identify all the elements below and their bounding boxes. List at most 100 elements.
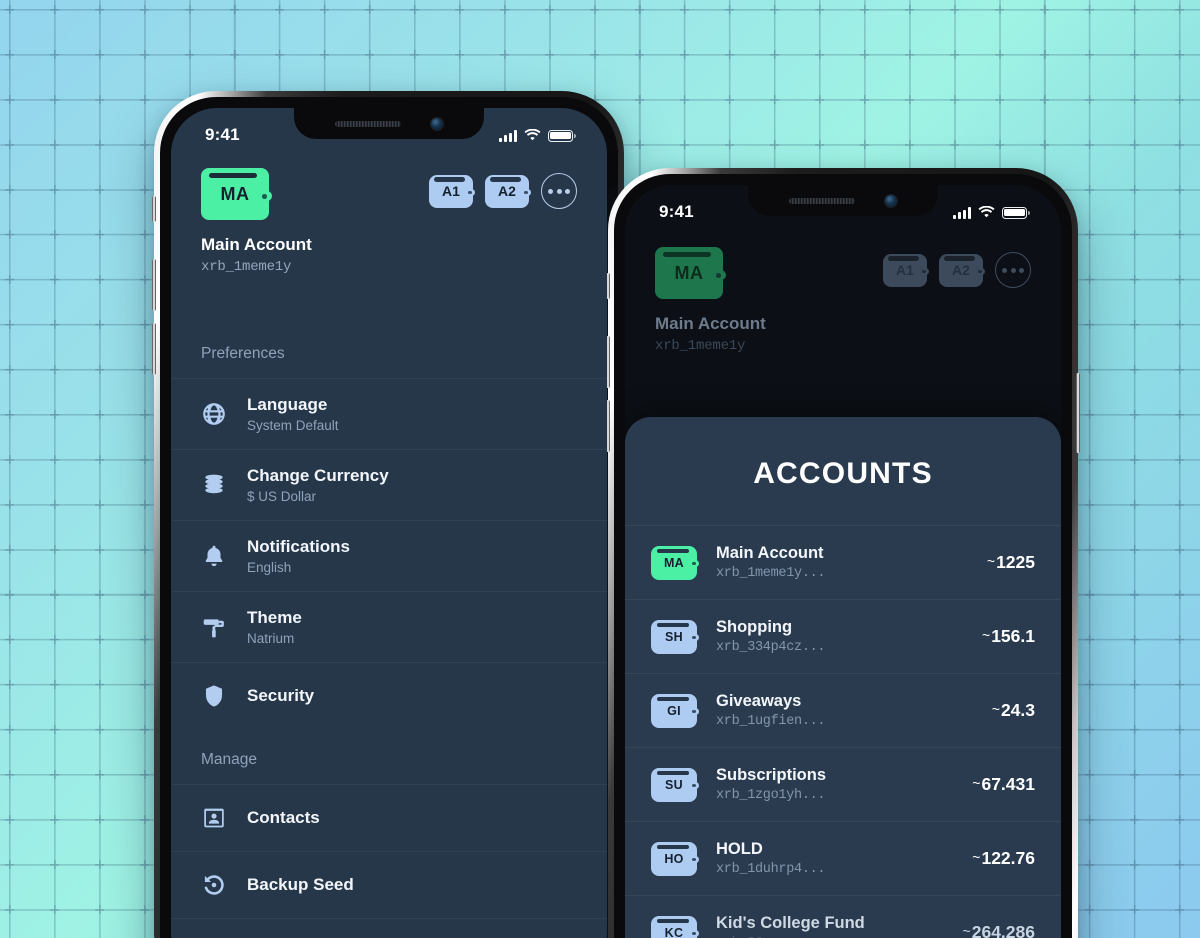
phone-left-mute-switch[interactable] [152, 196, 156, 222]
status-time: 9:41 [205, 125, 240, 144]
cellular-bars-icon [953, 206, 971, 219]
section-label-preferences: Preferences [201, 345, 285, 362]
account-name: Main Account [716, 544, 824, 562]
account-wallet-icon: MA [651, 545, 699, 580]
section-label-manage: Manage [201, 751, 258, 768]
phone-right-power-button[interactable] [1076, 373, 1080, 453]
account-name: HOLD [716, 840, 763, 858]
settings-list[interactable]: Preferences Language System Default Chan… [171, 323, 607, 938]
settings-item-text: Backup Seed [247, 875, 354, 895]
account-row-kids-college-fund[interactable]: KC Kid's College Fund xrb_36urpes... ~ 2… [625, 895, 1061, 938]
active-wallet-icon[interactable]: MA [201, 168, 272, 220]
wallet-switch-a1[interactable]: A1 [883, 253, 929, 287]
settings-item-language[interactable]: Language System Default [171, 378, 607, 449]
wallet-flap [944, 256, 976, 261]
account-text: Giveaways xrb_1ugfien... [716, 692, 973, 729]
phone-right-screen: MA A1 A2 Main Account xrb_1meme1y ACCOUN… [625, 185, 1061, 938]
wallet-clasp-icon [259, 190, 272, 202]
account-wallet-icon: KC [651, 915, 699, 938]
phone-left-volume-up-button[interactable] [152, 259, 156, 311]
account-balance: ~ 1225 [987, 552, 1035, 573]
account-address: xrb_1duhrp4... [716, 862, 826, 877]
account-name: Main Account [201, 235, 312, 254]
settings-item-title: Backup Seed [247, 875, 354, 894]
account-row-giveaways[interactable]: GI Giveaways xrb_1ugfien... ~ 24.3 [625, 673, 1061, 747]
phone-left-settings: lin hd4 ard erg 6li qee nos ab9 MA [152, 91, 626, 938]
approx-symbol: ~ [972, 849, 981, 865]
other-wallets-group: A1 A2 [429, 173, 577, 209]
account-address: xrb_1meme1y [201, 259, 292, 275]
settings-item-title: Change Currency [247, 466, 389, 485]
globe-icon [201, 401, 227, 427]
dot [556, 188, 562, 194]
account-address: xrb_1ugfien... [716, 714, 826, 729]
battery-full-icon [1002, 206, 1030, 219]
more-options-icon[interactable] [995, 252, 1031, 288]
coins-stack-icon [201, 472, 227, 498]
account-name: Kid's College Fund [716, 914, 865, 932]
right-header-row: MA A1 A2 [655, 247, 1031, 299]
other-wallets-group: A1 A2 [883, 252, 1031, 288]
balance-value: 1225 [996, 552, 1035, 572]
wallet-flap [888, 256, 920, 261]
account-row-main-account[interactable]: MA Main Account xrb_1meme1y... ~ 1225 [625, 525, 1061, 599]
approx-symbol: ~ [991, 701, 1000, 717]
dot [1010, 267, 1016, 273]
settings-item-theme[interactable]: Theme Natrium [171, 591, 607, 662]
account-balance: ~ 24.3 [992, 700, 1035, 721]
wallet-clasp-icon [690, 930, 699, 938]
wallet-flap [656, 622, 689, 627]
bell-icon [201, 543, 227, 569]
account-address: xrb_334p4cz... [716, 640, 826, 655]
wallet-flap [209, 172, 257, 179]
right-status-bar: 9:41 [625, 185, 1061, 239]
battery-full-icon [548, 129, 576, 142]
account-row-subscriptions[interactable]: SU Subscriptions xrb_1zgo1yh... ~ 67.431 [625, 747, 1061, 821]
settings-item-change-currency[interactable]: Change Currency $ US Dollar [171, 449, 607, 520]
wallet-switch-a1[interactable]: A1 [429, 174, 475, 208]
dot [548, 188, 553, 194]
account-text: Kid's College Fund xrb_36urpes... [716, 914, 944, 938]
wallet-switch-a2[interactable]: A2 [939, 253, 985, 287]
account-row-hold[interactable]: HO HOLD xrb_1duhrp4... ~ 122.76 [625, 821, 1061, 895]
approx-symbol: ~ [972, 775, 981, 791]
account-wallet-icon: HO [651, 841, 699, 876]
settings-item-title: Theme [247, 608, 302, 627]
settings-item-backup-seed[interactable]: Backup Seed [171, 851, 607, 918]
approx-symbol: ~ [962, 923, 971, 938]
wallet-clasp-icon [522, 189, 531, 196]
account-text: Shopping xrb_334p4cz... [716, 618, 963, 655]
accounts-sheet-title: ACCOUNTS [753, 457, 933, 490]
dot [565, 188, 570, 194]
account-row-shopping[interactable]: SH Shopping xrb_334p4cz... ~ 156.1 [625, 599, 1061, 673]
wifi-icon [978, 205, 995, 217]
account-wallet-icon: SH [651, 619, 699, 654]
settings-item-load-paper-wallet[interactable]: Load From Paper Wallet [171, 918, 607, 938]
account-text: HOLD xrb_1duhrp4... [716, 840, 953, 877]
wallet-switch-a2[interactable]: A2 [485, 174, 531, 208]
settings-item-security[interactable]: Security [171, 662, 607, 729]
wallet-clasp-icon [690, 560, 699, 568]
shield-icon [201, 683, 227, 709]
wallet-clasp-icon [690, 856, 699, 864]
settings-item-title: Security [247, 686, 315, 705]
settings-item-notifications[interactable]: Notifications English [171, 520, 607, 591]
phone-left-screen: lin hd4 ard erg 6li qee nos ab9 MA [171, 108, 607, 938]
phone-left-volume-down-button[interactable] [152, 323, 156, 375]
left-status-bar: 9:41 [171, 108, 607, 162]
active-wallet-icon[interactable]: MA [655, 247, 726, 299]
account-name: Shopping [716, 618, 793, 636]
contact-card-icon [201, 805, 227, 831]
wallet-clasp-icon [920, 268, 929, 275]
account-name: Subscriptions [716, 766, 827, 784]
wifi-icon [524, 128, 541, 140]
account-address: xrb_1meme1y... [716, 566, 826, 581]
settings-item-contacts[interactable]: Contacts [171, 784, 607, 851]
phone-right-bezel: MA A1 A2 Main Account xrb_1meme1y ACCOUN… [614, 174, 1072, 938]
more-options-icon[interactable] [541, 173, 577, 209]
accounts-sheet: ACCOUNTS MA Main Account xrb_1meme1y... … [625, 417, 1061, 938]
settings-item-title: Language [247, 395, 328, 414]
account-address: xrb_1zgo1yh... [716, 788, 826, 803]
account-name: Giveaways [716, 692, 802, 710]
account-balance: ~ 156.1 [982, 626, 1035, 647]
